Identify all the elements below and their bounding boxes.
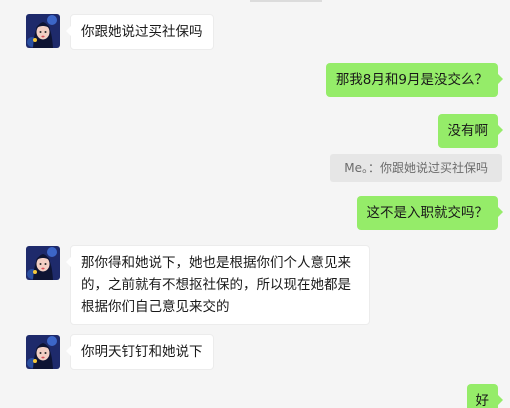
message-text: 没有啊: [447, 123, 489, 139]
contact-avatar[interactable]: [26, 246, 60, 280]
contact-avatar[interactable]: [26, 14, 60, 48]
message-text: 好: [475, 393, 490, 408]
quoted-message[interactable]: Me。：你跟她说过买社保吗: [330, 154, 502, 182]
message-text-line: 的，之前就有不想抠社保的，所以现在她都是: [81, 277, 351, 293]
contact-avatar[interactable]: [26, 335, 60, 369]
message-bubble-sent[interactable]: 那我8月和9月是没交么？: [325, 63, 504, 97]
message-text-line: 那你得和她说下，她也是根据你们个人意见来: [81, 255, 351, 271]
message-text: 那我8月和9月是没交么？: [335, 72, 488, 88]
message-text: 你明天钉钉和她说下: [81, 344, 203, 360]
message-bubble-sent[interactable]: 好: [466, 384, 503, 408]
message-text: 你跟她说过买社保吗: [81, 24, 203, 40]
message-bubble-sent[interactable]: 没有啊: [437, 114, 503, 148]
message-bubble-sent[interactable]: 这不是入职就交吗？: [356, 196, 503, 230]
message-text: 这不是入职就交吗？: [366, 205, 489, 221]
quote-text: Me。：你跟她说过买社保吗: [344, 161, 488, 175]
window-edge: [250, 0, 322, 2]
message-bubble-received[interactable]: 你跟她说过买社保吗: [66, 14, 214, 50]
message-text-line: 根据你们自己意见来交的: [81, 299, 230, 315]
message-bubble-received[interactable]: 你明天钉钉和她说下: [66, 334, 214, 370]
message-bubble-received[interactable]: 那你得和她说下，她也是根据你们个人意见来 的，之前就有不想抠社保的，所以现在她都…: [66, 245, 370, 325]
